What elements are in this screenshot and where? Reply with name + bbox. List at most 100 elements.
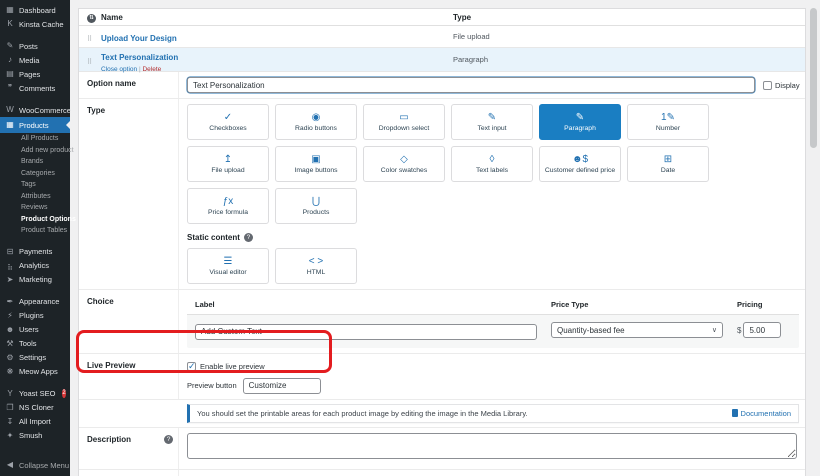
column-header-type: Type bbox=[453, 12, 472, 22]
sidebar-separator bbox=[0, 31, 70, 39]
tools-icon: ⚒ bbox=[6, 338, 14, 348]
scrollbar-thumb[interactable] bbox=[810, 8, 817, 148]
sidebar-item-smush[interactable]: ✦ Smush bbox=[0, 429, 70, 443]
description-label: Description ? bbox=[79, 427, 179, 469]
sidebar-item-all-import[interactable]: ↧ All Import bbox=[0, 415, 70, 429]
sidebar-item-tags[interactable]: Tags bbox=[0, 179, 70, 191]
meow-apps-icon: ❋ bbox=[6, 366, 14, 376]
sidebar-item-yoast-seo[interactable]: Y Yoast SEO 2 bbox=[0, 387, 70, 401]
type-row: Type ✓ Checkboxes ◉ Radio buttons ▭ Dropdow… bbox=[79, 99, 805, 290]
type-button-label: Text input bbox=[477, 125, 507, 132]
sidebar-item-label: Collapse Menu bbox=[19, 460, 70, 470]
type-button-products[interactable]: ⋃ Products bbox=[275, 188, 357, 224]
analytics-icon: ⣦ bbox=[7, 260, 13, 270]
sidebar-item-woocommerce[interactable]: W WooCommerce bbox=[0, 103, 71, 117]
type-button-color-swatches[interactable]: ◇ Color swatches bbox=[363, 146, 445, 182]
sidebar-item-users[interactable]: ☻ Users bbox=[0, 323, 70, 337]
sidebar-item-payments[interactable]: ⊟ Payments bbox=[0, 245, 70, 259]
sidebar-item-label: Marketing bbox=[19, 275, 52, 284]
choice-label-input[interactable] bbox=[195, 323, 537, 340]
sidebar-item-tools[interactable]: ⚒ Tools bbox=[0, 337, 70, 351]
sidebar-item-product-tables[interactable]: Product Tables bbox=[0, 225, 70, 237]
sidebar-item-product-options[interactable]: Product Options bbox=[0, 214, 76, 226]
option-link-upload-your-design[interactable]: Upload Your Design bbox=[101, 34, 177, 43]
type-button-file-upload[interactable]: ↥ File upload bbox=[187, 146, 269, 182]
sidebar-item-ns-cloner[interactable]: ❐ NS Cloner bbox=[0, 401, 70, 415]
ns-cloner-icon: ❐ bbox=[6, 402, 14, 412]
choice-col-price-type: Price Type bbox=[551, 300, 589, 309]
sidebar-item-settings[interactable]: ⚙ Settings bbox=[0, 351, 70, 365]
notice-row: You should set the printable areas for e… bbox=[79, 400, 805, 428]
collapse-icon: ◀ bbox=[6, 460, 14, 469]
documentation-link[interactable]: Documentation bbox=[731, 409, 791, 418]
drag-handle-icon[interactable]: ⠿ bbox=[87, 36, 92, 43]
sidebar-item-add-new-product[interactable]: Add new product bbox=[0, 145, 74, 157]
option-name-row: Option name Display bbox=[79, 72, 805, 99]
marketing-icon: ➤ bbox=[6, 274, 14, 284]
tag-icon: ◊ bbox=[489, 154, 495, 165]
sidebar-item-comments[interactable]: ❞ Comments bbox=[0, 81, 70, 95]
number-icon: 1✎ bbox=[661, 112, 675, 123]
sidebar-item-brands[interactable]: Brands bbox=[0, 156, 70, 168]
person-dollar-icon: ☻$ bbox=[571, 154, 589, 165]
checkmark-icon: ✓ bbox=[188, 360, 196, 371]
option-link-text-personalization[interactable]: Text Personalization bbox=[101, 53, 178, 62]
type-button-number[interactable]: 1✎ Number bbox=[627, 104, 709, 140]
sidebar-item-kinsta-cache[interactable]: K Kinsta Cache bbox=[0, 17, 70, 31]
product-options-panel: ⇅ Name Type ⠿ Upload Your Design File up… bbox=[78, 8, 806, 476]
type-button-text-input[interactable]: ✎ Text input bbox=[451, 104, 533, 140]
required-row: Required ? bbox=[79, 469, 805, 476]
type-button-customer-defined-price[interactable]: ☻$ Customer defined price bbox=[539, 146, 621, 182]
help-icon[interactable]: ? bbox=[164, 434, 173, 444]
type-button-date[interactable]: ⊞ Date bbox=[627, 146, 709, 182]
type-button-image-buttons[interactable]: ▣ Image buttons bbox=[275, 146, 357, 182]
sidebar-item-analytics[interactable]: ⣦ Analytics bbox=[0, 259, 70, 273]
type-button-checkboxes[interactable]: ✓ Checkboxes bbox=[187, 104, 269, 140]
admin-sidebar: ▦ Dashboard K Kinsta Cache ✎ Posts ♪ Media ▤… bbox=[0, 0, 76, 476]
price-input[interactable] bbox=[743, 322, 782, 339]
enable-live-preview-checkbox[interactable]: ✓ bbox=[187, 360, 196, 371]
sidebar-item-categories[interactable]: Categories bbox=[0, 168, 70, 180]
sidebar-item-products[interactable]: ▦ Products bbox=[0, 117, 70, 133]
sidebar-item-all-products[interactable]: All Products bbox=[0, 133, 70, 145]
help-icon[interactable]: ? bbox=[243, 233, 253, 242]
sidebar-item-reviews[interactable]: Reviews bbox=[0, 202, 70, 214]
sidebar-item-appearance[interactable]: ✒ Appearance bbox=[0, 295, 70, 309]
sidebar-item-meow-apps[interactable]: ❋ Meow Apps bbox=[0, 365, 70, 379]
type-button-text-labels[interactable]: ◊ Text labels bbox=[451, 146, 533, 182]
option-name-input[interactable] bbox=[187, 77, 755, 93]
type-button-paragraph[interactable]: ✎ Paragraph bbox=[539, 104, 621, 140]
sidebar-item-dashboard[interactable]: ▦ Dashboard bbox=[0, 3, 70, 17]
description-textarea[interactable] bbox=[187, 432, 797, 459]
type-button-html[interactable]: < > HTML bbox=[275, 248, 357, 284]
type-button-label: HTML bbox=[306, 269, 326, 276]
type-button-price-formula[interactable]: ƒx Price formula bbox=[187, 188, 269, 224]
cart-icon: ⋃ bbox=[311, 196, 321, 207]
type-button-label: Number bbox=[655, 125, 681, 132]
preview-button-input[interactable] bbox=[242, 377, 321, 394]
type-button-radio-buttons[interactable]: ◉ Radio buttons bbox=[275, 104, 357, 140]
sidebar-item-marketing[interactable]: ➤ Marketing bbox=[0, 273, 70, 287]
sidebar-separator bbox=[0, 379, 70, 387]
sort-icon[interactable]: ⇅ bbox=[87, 13, 96, 23]
sidebar-item-label: NS Cloner bbox=[19, 403, 54, 412]
drag-handle-icon[interactable]: ⠿ bbox=[87, 59, 92, 66]
type-button-dropdown-select[interactable]: ▭ Dropdown select bbox=[363, 104, 445, 140]
sidebar-item-media[interactable]: ♪ Media bbox=[0, 53, 70, 67]
sidebar-item-attributes[interactable]: Attributes bbox=[0, 191, 70, 203]
all-import-icon: ↧ bbox=[6, 416, 14, 426]
sidebar-item-plugins[interactable]: ⚡ Plugins bbox=[0, 309, 70, 323]
table-row-selected: ⠿ Text Personalization Close option | De… bbox=[79, 48, 805, 73]
display-checkbox[interactable] bbox=[763, 80, 772, 90]
sidebar-item-posts[interactable]: ✎ Posts bbox=[0, 39, 70, 53]
option-name-label: Option name bbox=[79, 72, 179, 98]
sidebar-item-label: Smush bbox=[19, 431, 43, 440]
price-type-select[interactable]: Quantity-based fee ∨ bbox=[551, 322, 723, 339]
chevron-down-icon: ∨ bbox=[711, 327, 717, 335]
type-button-visual-editor[interactable]: ☰ Visual editor bbox=[187, 248, 269, 284]
sidebar-item-pages[interactable]: ▤ Pages bbox=[0, 67, 70, 81]
choice-col-pricing: Pricing bbox=[737, 300, 763, 309]
sidebar-separator bbox=[0, 237, 70, 245]
sidebar-item-collapse-menu[interactable]: ◀ Collapse Menu bbox=[0, 458, 70, 472]
type-button-label: Paragraph bbox=[564, 125, 596, 132]
